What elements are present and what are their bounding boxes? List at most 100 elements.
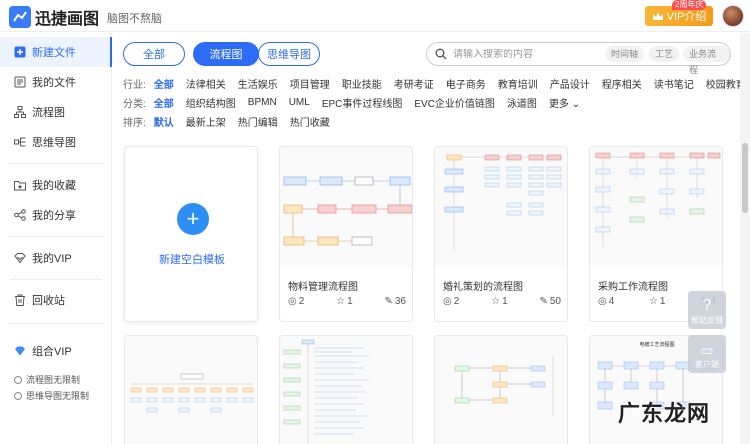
filter-option[interactable]: UML bbox=[289, 97, 310, 108]
views-stat: ◎ 4 bbox=[598, 296, 614, 307]
template-stats: ◎ 2 ☆ 1 ✎ 50 bbox=[443, 296, 561, 307]
sidebar-item-mindmap[interactable]: 思维导图 bbox=[0, 127, 112, 157]
help-feedback-label: 帮助反馈 bbox=[691, 316, 723, 325]
stars-stat[interactable]: ☆ 1 bbox=[649, 296, 666, 307]
chevron-down-icon: ⌄ bbox=[571, 98, 581, 110]
filter-option[interactable]: 产品设计 bbox=[550, 76, 590, 91]
sidebar-item-new-file[interactable]: 新建文件 bbox=[0, 37, 112, 67]
sidebar-item-trash[interactable]: 回收站 bbox=[0, 285, 112, 315]
template-thumbnail bbox=[280, 336, 412, 444]
sort-option[interactable]: 默认 bbox=[154, 114, 174, 129]
check-circle-icon bbox=[14, 375, 22, 384]
star-icon: ☆ bbox=[336, 296, 346, 307]
filter-option[interactable]: 生活娱乐 bbox=[238, 76, 278, 91]
edits-count: 36 bbox=[394, 296, 406, 307]
filter-option[interactable]: 项目管理 bbox=[290, 76, 330, 91]
sidebar-item-label: 流程图 bbox=[32, 107, 65, 119]
sidebar-divider bbox=[10, 236, 102, 237]
category-filter: 分类: 全部 组织结构图 BPMN UML EPC事件过程线图 EVC企业价值链… bbox=[123, 94, 592, 110]
filter-option[interactable]: 考研考证 bbox=[394, 76, 434, 91]
app-logo[interactable]: 迅捷画图 bbox=[9, 5, 99, 29]
sidebar-item-my-vip[interactable]: 我的VIP bbox=[0, 243, 112, 273]
filter-option[interactable]: EVC企业价值链图 bbox=[414, 95, 495, 110]
filter-label: 分类: bbox=[123, 98, 146, 110]
filter-option[interactable]: 泳道图 bbox=[507, 95, 537, 110]
edit-icon: ✎ bbox=[539, 296, 548, 307]
help-feedback-button[interactable]: ? 帮助反馈 bbox=[688, 291, 726, 329]
sidebar-item-flowchart[interactable]: 流程图 bbox=[0, 97, 112, 127]
template-thumbnail bbox=[590, 147, 722, 267]
filter-option[interactable]: 教育培训 bbox=[498, 76, 538, 91]
views-count: 2 bbox=[298, 296, 305, 307]
plus-icon: + bbox=[177, 203, 209, 235]
new-file-icon bbox=[14, 46, 26, 58]
sidebar-item-combo-vip[interactable]: 组合VIP bbox=[0, 336, 112, 366]
sort-filter: 排序: 默认 最新上架 热门编辑 热门收藏 bbox=[123, 113, 342, 129]
sidebar-item-favorites[interactable]: 我的收藏 bbox=[0, 170, 112, 200]
template-card[interactable] bbox=[279, 335, 413, 444]
client-label: 客户端 bbox=[695, 360, 719, 369]
thumbnail-title: 电镀工艺流程图 bbox=[639, 341, 674, 348]
template-card[interactable]: 婚礼策划的流程图 ◎ 2 ☆ 1 ✎ 50 bbox=[434, 146, 568, 322]
anniversary-badge: 2周年庆 bbox=[672, 0, 707, 10]
diamond-icon bbox=[14, 345, 26, 357]
search-box: 时间轴 工艺 业务流程 bbox=[426, 42, 731, 75]
sidebar-item-shares[interactable]: 我的分享 bbox=[0, 200, 112, 230]
scrollbar-thumb[interactable] bbox=[742, 143, 748, 213]
template-card[interactable] bbox=[124, 335, 258, 444]
filter-option[interactable]: BPMN bbox=[248, 97, 277, 108]
mindmap-icon bbox=[14, 136, 26, 148]
main-content: 全部 流程图 思维导图 时间轴 工艺 业务流程 行业: 全部 法律相关 生活娱乐… bbox=[113, 33, 750, 444]
doc-name[interactable]: 脑图不熬脑 bbox=[107, 10, 162, 26]
edits-count: 50 bbox=[549, 296, 561, 307]
filter-option[interactable]: 法律相关 bbox=[186, 76, 226, 91]
filter-option[interactable]: 程序相关 bbox=[602, 76, 642, 91]
help-icon: ? bbox=[702, 297, 712, 314]
more-label: 更多 bbox=[548, 98, 569, 110]
new-blank-template-card[interactable]: + 新建空白模板 bbox=[124, 146, 258, 322]
filter-option[interactable]: 读书笔记 bbox=[654, 76, 694, 91]
search-tag-business-flow[interactable]: 业务流程 bbox=[683, 46, 730, 75]
sidebar-item-label: 我的VIP bbox=[32, 253, 72, 265]
perk-label: 流程图无限制 bbox=[26, 375, 81, 385]
search-input[interactable] bbox=[453, 48, 603, 60]
user-avatar[interactable] bbox=[722, 5, 744, 27]
sort-option[interactable]: 热门收藏 bbox=[290, 114, 330, 129]
tab-all[interactable]: 全部 bbox=[123, 42, 185, 66]
template-stats: ◎ 2 ☆ 1 ✎ 36 bbox=[288, 296, 406, 307]
sidebar-item-my-files[interactable]: 我的文件 bbox=[0, 67, 112, 97]
filter-option[interactable]: EPC事件过程线图 bbox=[322, 95, 403, 110]
template-card[interactable]: 物料管理流程图 ◎ 2 ☆ 1 ✎ 36 bbox=[279, 146, 413, 322]
edit-icon: ✎ bbox=[384, 296, 393, 307]
stars-stat[interactable]: ☆ 1 bbox=[491, 296, 508, 307]
perk-flowchart-unlimited: 流程图无限制 bbox=[14, 373, 80, 386]
filter-label: 行业: bbox=[123, 79, 146, 91]
filter-option[interactable]: 职业技能 bbox=[342, 76, 382, 91]
sidebar-divider bbox=[10, 279, 102, 280]
stars-count: 1 bbox=[347, 296, 353, 307]
search-tag-timeline[interactable]: 时间轴 bbox=[605, 46, 645, 62]
eye-icon: ◎ bbox=[288, 296, 297, 307]
filter-option[interactable]: 全部 bbox=[154, 95, 174, 110]
filter-option[interactable]: 电子商务 bbox=[446, 76, 486, 91]
template-title: 物料管理流程图 bbox=[288, 282, 358, 293]
sort-option[interactable]: 热门编辑 bbox=[238, 114, 278, 129]
tab-mindmap[interactable]: 思维导图 bbox=[258, 42, 320, 66]
template-thumbnail bbox=[125, 336, 257, 444]
tab-flowchart[interactable]: 流程图 bbox=[193, 42, 259, 66]
filter-option[interactable]: 组织结构图 bbox=[186, 95, 236, 110]
search-tag-craft[interactable]: 工艺 bbox=[649, 46, 680, 62]
more-dropdown[interactable]: 更多 ⌄ bbox=[549, 95, 580, 110]
template-card[interactable] bbox=[434, 335, 568, 444]
new-template-label: 新建空白模板 bbox=[159, 254, 225, 266]
filter-option[interactable]: 全部 bbox=[154, 76, 174, 91]
sort-option[interactable]: 最新上架 bbox=[186, 114, 226, 129]
star-icon: ☆ bbox=[491, 296, 501, 307]
vertical-scrollbar[interactable] bbox=[740, 33, 750, 444]
views-count: 4 bbox=[608, 296, 615, 307]
folder-star-icon bbox=[14, 179, 26, 191]
sidebar-divider bbox=[10, 163, 102, 164]
client-download-button[interactable]: ▭ 客户端 bbox=[688, 335, 726, 373]
share-icon bbox=[14, 209, 26, 221]
stars-stat[interactable]: ☆ 1 bbox=[336, 296, 353, 307]
